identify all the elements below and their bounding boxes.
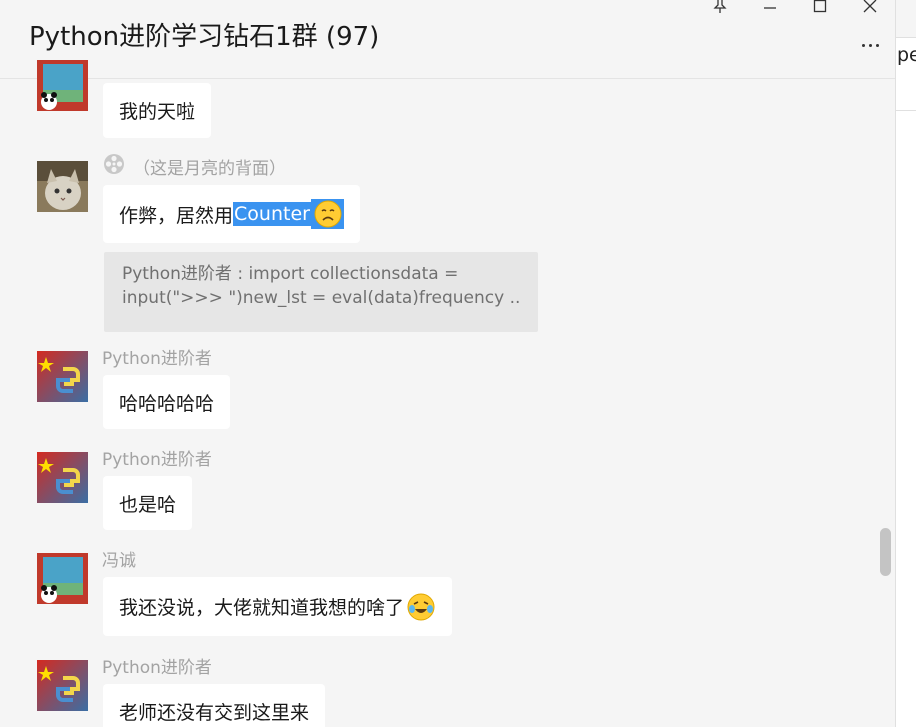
chat-title: Python进阶学习钻石1群 (97) bbox=[29, 22, 380, 52]
message-bubble[interactable]: 也是哈 bbox=[103, 476, 193, 530]
sender-name: Python进阶者 bbox=[102, 450, 212, 470]
message-bubble[interactable]: 作弊，居然用 Counter bbox=[103, 185, 360, 243]
sender-name: （这是月亮的背面） bbox=[133, 159, 286, 179]
sender-name: 冯诚 bbox=[102, 551, 136, 571]
adjacent-panel-text: pe bbox=[897, 44, 916, 66]
selected-text[interactable]: Counter bbox=[233, 202, 311, 226]
laugh-cry-emoji bbox=[407, 593, 435, 620]
message-text: 我的天啦 bbox=[119, 101, 196, 123]
more-icon[interactable] bbox=[856, 35, 884, 55]
close-icon[interactable] bbox=[855, 0, 885, 16]
message-text: 老师还没有交到这里来 bbox=[119, 701, 310, 724]
sender-name: Python进阶者 bbox=[102, 349, 212, 369]
film-reel-icon bbox=[103, 153, 125, 175]
avatar-python[interactable] bbox=[37, 351, 88, 402]
chat-window: Python进阶学习钻石1群 (97) pe 我的天啦 （这是月亮的背面） 作弊… bbox=[0, 0, 916, 727]
maximize-icon[interactable] bbox=[805, 0, 835, 16]
message-text: 作弊，居然用 bbox=[119, 204, 234, 227]
message-bubble[interactable]: 我还没说，大佬就知道我想的啥了 bbox=[103, 577, 453, 636]
message-text: 我还没说，大佬就知道我想的啥了 bbox=[119, 597, 405, 619]
chat-header: Python进阶学习钻石1群 (97) bbox=[0, 0, 895, 79]
quote-line: Python进阶者 : import collectionsdata = bbox=[122, 264, 459, 284]
message-text: 也是哈 bbox=[119, 493, 177, 516]
avatar-panda[interactable] bbox=[37, 60, 88, 111]
sender-name: Python进阶者 bbox=[102, 658, 212, 678]
adjacent-panel: pe bbox=[895, 0, 916, 727]
message-text: 哈哈哈哈哈 bbox=[119, 392, 215, 415]
pin-icon[interactable] bbox=[705, 0, 735, 16]
avatar-panda[interactable] bbox=[37, 553, 88, 604]
avatar-python[interactable] bbox=[37, 660, 88, 711]
quoted-message[interactable]: Python进阶者 : import collectionsdata = inp… bbox=[104, 252, 538, 332]
scrollbar-thumb[interactable] bbox=[880, 528, 891, 576]
avatar-cat[interactable] bbox=[37, 161, 88, 212]
minimize-icon[interactable] bbox=[755, 0, 785, 16]
message-bubble[interactable]: 老师还没有交到这里来 bbox=[103, 684, 326, 727]
sad-face-emoji bbox=[310, 199, 344, 229]
avatar-python[interactable] bbox=[37, 452, 88, 503]
message-bubble[interactable]: 哈哈哈哈哈 bbox=[103, 375, 231, 429]
message-bubble[interactable]: 我的天啦 bbox=[103, 83, 212, 138]
quote-line: input(">>> ")new_lst = eval(data)frequen… bbox=[122, 288, 520, 308]
